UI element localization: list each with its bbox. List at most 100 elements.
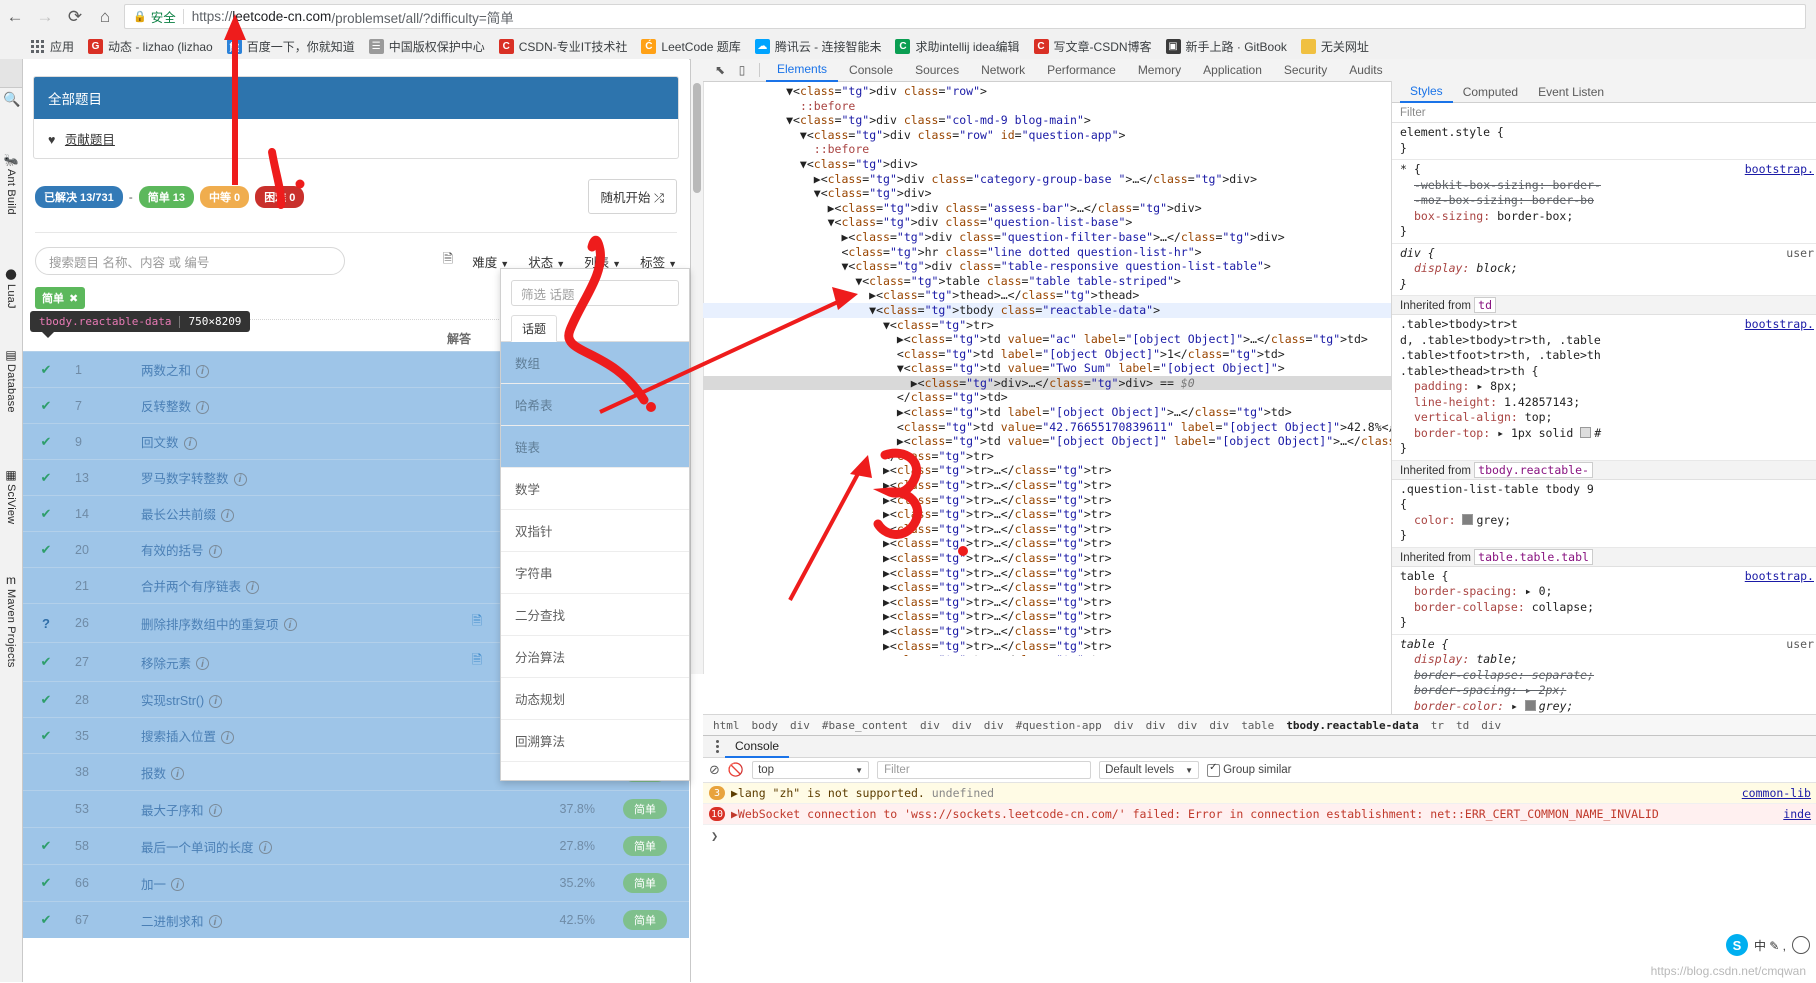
context-selector[interactable]: top ▼ bbox=[752, 761, 870, 779]
dom-node[interactable]: ▶<class="tg">tr>…</class="tg">tr> bbox=[703, 580, 1391, 595]
dom-node[interactable]: ▼<class="tg">div class="table-responsive… bbox=[703, 259, 1391, 274]
console-prompt[interactable]: ❯ bbox=[703, 825, 1816, 847]
info-icon[interactable]: i bbox=[171, 767, 185, 780]
address-bar[interactable]: 🔒 安全 https://leetcode-cn.com/problemset/… bbox=[124, 4, 1806, 29]
cell-title[interactable]: 最长公共前缀 i bbox=[135, 495, 441, 532]
dom-node[interactable]: ▼<class="tg">div class="row" id="questio… bbox=[703, 128, 1391, 143]
dom-node[interactable]: ▶<class="tg">thead>…</class="tg">thead> bbox=[703, 288, 1391, 303]
dom-node[interactable]: ▶<class="tg">tr>…</class="tg">tr> bbox=[703, 478, 1391, 493]
problem-link[interactable]: 罗马数字转整数 bbox=[141, 472, 229, 486]
css-source-label[interactable]: bootstrap. bbox=[1745, 317, 1814, 333]
problem-link[interactable]: 最长公共前缀 bbox=[141, 508, 216, 522]
tab-sources[interactable]: Sources bbox=[904, 60, 970, 81]
css-source-text[interactable]: bootstrap. bbox=[1745, 569, 1814, 583]
dom-node[interactable]: ▶<class="tg">tr>…</class="tg">tr> bbox=[703, 463, 1391, 478]
info-icon[interactable]: i bbox=[233, 472, 247, 486]
css-rule-table-bootstrap[interactable]: bootstrap. table { border-spacing: ▸ 0; … bbox=[1392, 567, 1816, 635]
dom-node[interactable]: ▶<class="tg">div>…</class="tg">div> == $… bbox=[703, 375, 1391, 391]
dom-node[interactable]: ▶<class="tg">td value="ac" label="[objec… bbox=[703, 332, 1391, 347]
css-rule-element-style[interactable]: element.style { } bbox=[1392, 123, 1816, 160]
topic-item[interactable]: 链表 bbox=[501, 426, 689, 468]
css-prop[interactable]: vertical-align: top; bbox=[1400, 410, 1816, 426]
more-options-icon[interactable] bbox=[709, 740, 725, 753]
breadcrumb-item[interactable]: div bbox=[946, 719, 978, 732]
problem-link[interactable]: 反转整数 bbox=[141, 400, 191, 414]
solution-doc-icon[interactable]: 🗎 bbox=[472, 613, 482, 628]
info-icon[interactable]: i bbox=[208, 915, 222, 928]
topic-item[interactable]: 字符串 bbox=[501, 552, 689, 594]
css-rule-table-user[interactable]: user table { display: table; border-coll… bbox=[1392, 635, 1816, 715]
bookmark-item[interactable]: C CSDN-专业IT技术社 bbox=[498, 38, 627, 55]
topic-filter-input[interactable]: 筛选 话题 bbox=[511, 280, 679, 306]
css-prop[interactable]: border-collapse: separate; bbox=[1400, 668, 1816, 684]
dom-node[interactable]: ▼<class="tg">tbody class="reactable-data… bbox=[703, 302, 1391, 318]
no-entry-icon[interactable]: 🚫 bbox=[728, 762, 744, 778]
search-icon[interactable]: 🔍 bbox=[3, 91, 20, 108]
rail-item-maven[interactable]: m Maven Projects bbox=[0, 574, 22, 668]
info-icon[interactable]: i bbox=[221, 730, 235, 744]
breadcrumb-item[interactable]: div bbox=[1203, 719, 1235, 732]
info-icon[interactable]: i bbox=[208, 804, 222, 817]
bookmark-item[interactable]: ☁ 腾讯云 - 连接智能未 bbox=[754, 38, 881, 55]
css-prop[interactable]: -webkit-box-sizing: border- bbox=[1400, 178, 1816, 194]
problem-link[interactable]: 最大子序和 bbox=[141, 804, 204, 818]
rail-item-ant[interactable]: 🐜 Ant Build bbox=[0, 154, 22, 215]
css-source-label[interactable]: bootstrap. bbox=[1745, 569, 1814, 585]
active-difficulty-tag[interactable]: 简单 ✖ bbox=[35, 287, 86, 309]
tab-application[interactable]: Application bbox=[1192, 60, 1273, 81]
info-icon[interactable]: i bbox=[209, 694, 223, 708]
dom-node[interactable]: ▶<class="tg">td label="[object Object]">… bbox=[703, 405, 1391, 420]
problem-link[interactable]: 有效的括号 bbox=[141, 544, 204, 558]
dom-node[interactable]: <class="tg">hr class="line dotted questi… bbox=[703, 245, 1391, 260]
bookmark-item[interactable]: Ć LeetCode 题库 bbox=[641, 38, 741, 55]
topic-item[interactable]: 数组 bbox=[501, 342, 689, 384]
breadcrumb-item[interactable]: div bbox=[978, 719, 1010, 732]
info-icon[interactable]: i bbox=[196, 657, 210, 670]
dom-node[interactable]: ▶<class="tg">div class="question-filter-… bbox=[703, 230, 1391, 245]
topic-item[interactable]: 数学 bbox=[501, 468, 689, 510]
dom-node[interactable]: ▶<class="tg">tr>…</class="tg">tr> bbox=[703, 595, 1391, 610]
css-rule-table-td[interactable]: bootstrap. .table>tbody>tr>t d, .table>t… bbox=[1392, 315, 1816, 461]
tab-computed[interactable]: Computed bbox=[1453, 82, 1528, 102]
tab-console[interactable]: Console bbox=[725, 736, 790, 758]
breadcrumb-item[interactable]: div bbox=[1475, 719, 1507, 732]
css-prop[interactable]: line-height: 1.42857143; bbox=[1400, 395, 1816, 411]
css-prop[interactable]: padding: ▸ 8px; bbox=[1400, 379, 1816, 395]
bookmark-item[interactable]: C 求助intellij idea编辑 bbox=[895, 38, 1020, 55]
page-scrollbar-thumb[interactable] bbox=[693, 83, 701, 193]
css-prop[interactable]: display: table; bbox=[1400, 652, 1816, 668]
message-source-link[interactable]: inde bbox=[1783, 807, 1811, 821]
problem-link[interactable]: 报数 bbox=[141, 767, 166, 781]
topic-item[interactable]: 回溯算法 bbox=[501, 720, 689, 762]
bookmark-item[interactable]: 应用 bbox=[30, 38, 74, 55]
css-prop[interactable]: border-spacing: ▸ 0; bbox=[1400, 584, 1816, 600]
cursor-select-icon[interactable]: ⬉ bbox=[709, 60, 731, 80]
dom-node[interactable]: ▶<class="tg">tr>…</class="tg">tr> bbox=[703, 536, 1391, 551]
dom-node[interactable]: ▶<class="tg">div class="assess-bar">…</c… bbox=[703, 201, 1391, 216]
tab-styles[interactable]: Styles bbox=[1400, 81, 1453, 103]
breadcrumb-item[interactable]: div bbox=[914, 719, 946, 732]
breadcrumb-item[interactable]: #base_content bbox=[816, 719, 914, 732]
cell-title[interactable]: 两数之和 i bbox=[135, 351, 441, 388]
random-start-button[interactable]: 随机开始 ⤮ bbox=[587, 179, 677, 214]
cell-title[interactable]: 二进制求和 i bbox=[135, 901, 441, 938]
rail-item-sciview[interactable]: ▦ SciView bbox=[0, 469, 22, 524]
problem-link[interactable]: 回文数 bbox=[141, 436, 179, 450]
problem-link[interactable]: 加一 bbox=[141, 878, 166, 892]
tab-elements[interactable]: Elements bbox=[766, 59, 839, 82]
dom-node[interactable]: ▶<class="tg">tr>…</class="tg">tr> bbox=[703, 493, 1391, 508]
clear-console-icon[interactable]: ⊘ bbox=[709, 762, 720, 778]
css-prop[interactable]: border-color: ▸ grey; bbox=[1400, 699, 1816, 715]
breadcrumb-item[interactable]: #question-app bbox=[1010, 719, 1108, 732]
contribute-row[interactable]: ♥ 贡献题目 bbox=[34, 119, 678, 158]
table-row[interactable]: ✔ 58 最后一个单词的长度 i 27.8% 简单 bbox=[23, 827, 689, 865]
bookmark-item[interactable]: 熊百度一下，你就知道 bbox=[226, 38, 355, 55]
problem-link[interactable]: 合并两个有序链表 bbox=[141, 580, 241, 594]
css-prop[interactable]: border-spacing: ▸ 2px; bbox=[1400, 683, 1816, 699]
dom-node[interactable]: </class="tg">tr> bbox=[703, 449, 1391, 464]
breadcrumb-item[interactable]: body bbox=[746, 719, 785, 732]
tab-event-listen[interactable]: Event Listen bbox=[1528, 82, 1614, 102]
reload-button[interactable]: ⟳ bbox=[60, 2, 90, 32]
cell-title[interactable]: 回文数 i bbox=[135, 423, 441, 460]
rail-item-luaj[interactable]: 🌑 LuaJ bbox=[0, 269, 22, 309]
